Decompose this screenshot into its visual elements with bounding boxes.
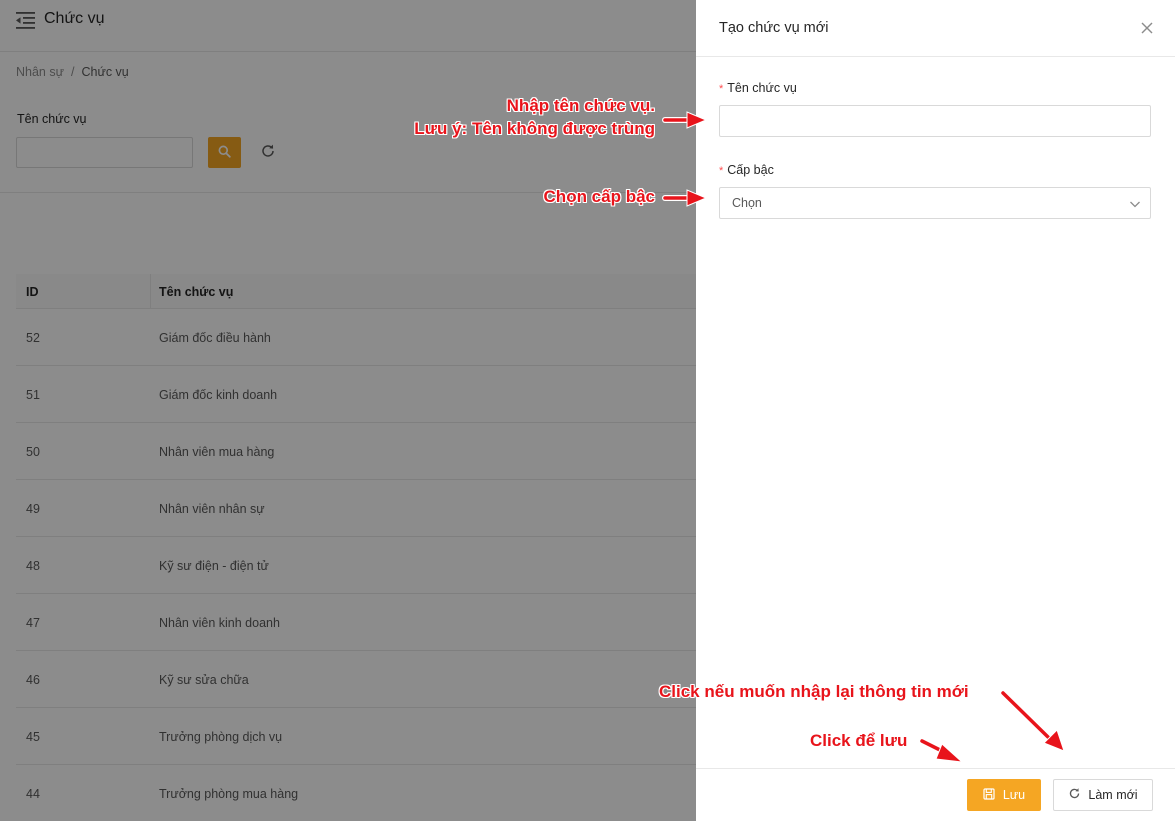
- level-select[interactable]: Chọn: [719, 187, 1151, 219]
- chevron-down-icon: [1128, 197, 1142, 211]
- drawer-title: Tạo chức vụ mới: [719, 20, 829, 36]
- save-button-label: Lưu: [1002, 788, 1026, 802]
- required-mark: *: [719, 165, 724, 177]
- reset-button-label: Làm mới: [1088, 788, 1138, 802]
- position-name-label: * Tên chức vụ: [719, 81, 797, 95]
- annotation-save-hint: Click để lưu: [810, 731, 908, 750]
- annotation-name-hint-line2: Lưu ý: Tên không được trùng: [414, 119, 655, 138]
- position-name-input[interactable]: [719, 105, 1151, 137]
- save-button[interactable]: Lưu: [967, 779, 1041, 811]
- level-label-text: Cấp bậc: [727, 163, 774, 177]
- level-label: * Cấp bậc: [719, 163, 774, 177]
- save-icon: [983, 787, 995, 803]
- annotation-name-hint-line1: Nhập tên chức vụ.: [506, 96, 655, 115]
- annotation-reset-hint: Click nếu muốn nhập lại thông tin mới: [659, 682, 969, 701]
- required-mark: *: [719, 83, 724, 95]
- annotation-name-hint: Nhập tên chức vụ. Lưu ý: Tên không được …: [414, 94, 655, 140]
- position-name-label-text: Tên chức vụ: [727, 81, 797, 95]
- drawer-header-divider: [696, 56, 1175, 57]
- level-select-value: Chọn: [732, 196, 762, 210]
- annotation-level-hint: Chọn cấp bậc: [543, 187, 655, 206]
- drawer-footer-divider: [696, 768, 1175, 769]
- reload-icon: [1068, 787, 1081, 803]
- reset-button[interactable]: Làm mới: [1053, 779, 1153, 811]
- close-icon[interactable]: [1139, 20, 1155, 36]
